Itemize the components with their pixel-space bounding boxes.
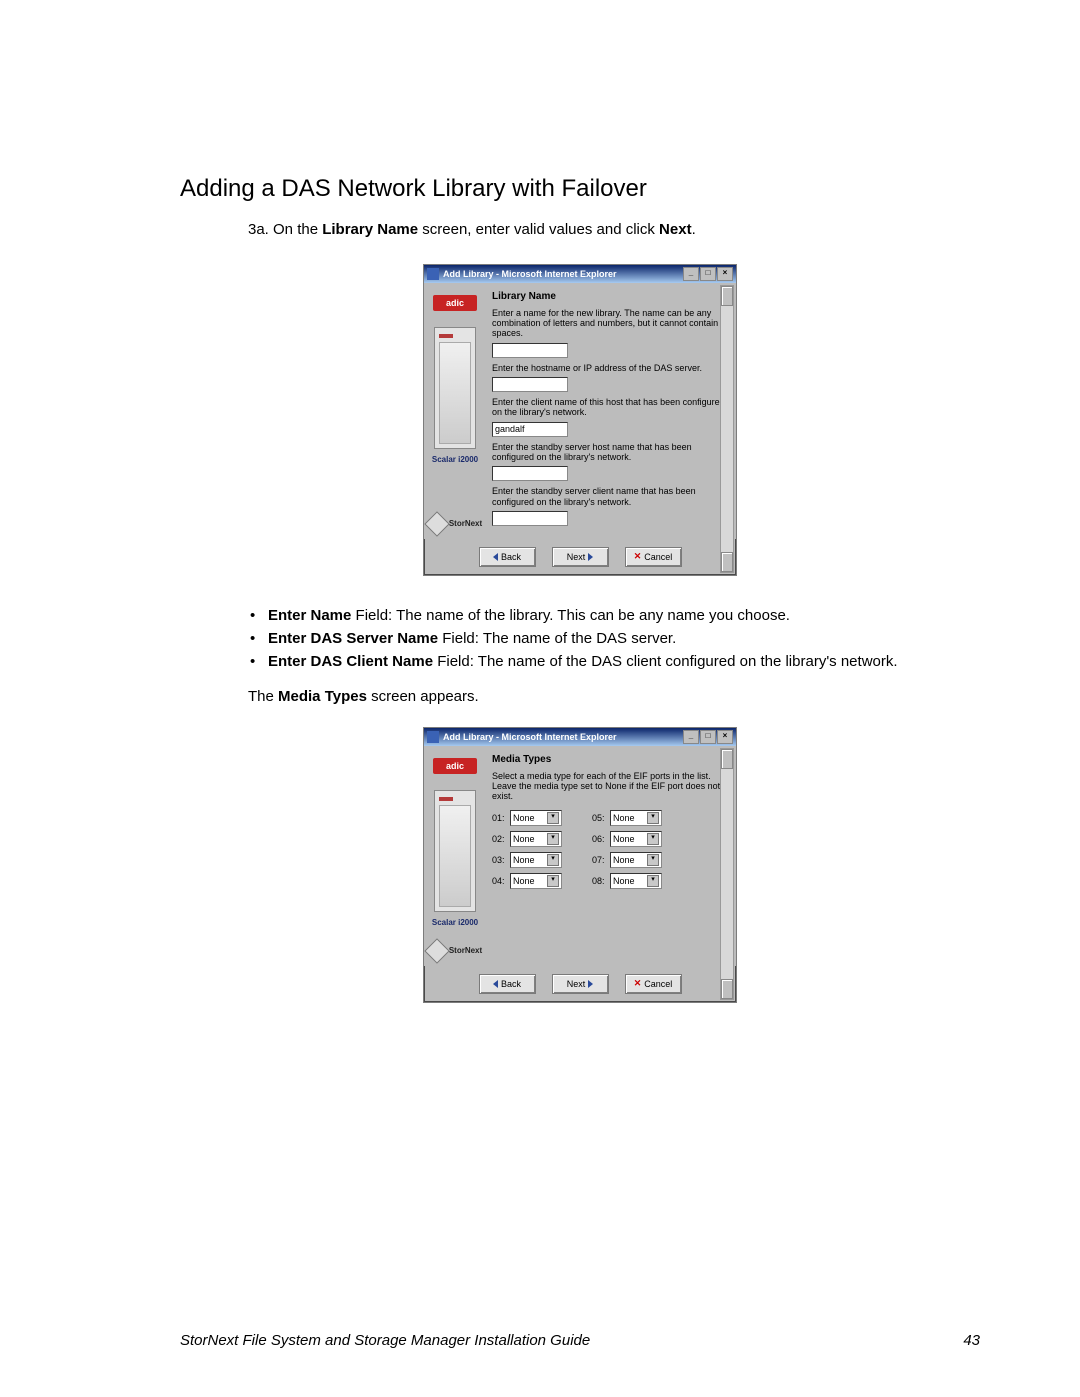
port-label: 06: bbox=[592, 834, 610, 844]
wizard-sidebar: adic Scalar i2000 StorNext bbox=[424, 746, 486, 966]
field-label: Enter the standby server host name that … bbox=[492, 442, 728, 463]
wizard-sidebar: adic Scalar i2000 StorNext bbox=[424, 283, 486, 539]
port-label: 07: bbox=[592, 855, 610, 865]
scroll-thumb[interactable] bbox=[721, 979, 733, 999]
maximize-button[interactable]: □ bbox=[700, 730, 716, 744]
next-button[interactable]: Next bbox=[552, 547, 609, 567]
port-03-select[interactable]: None▾ bbox=[510, 852, 562, 868]
chevron-down-icon: ▾ bbox=[647, 875, 659, 887]
close-button[interactable]: × bbox=[717, 730, 733, 744]
scroll-thumb[interactable] bbox=[721, 749, 733, 769]
minimize-button[interactable]: _ bbox=[683, 730, 699, 744]
adic-logo: adic bbox=[433, 758, 477, 774]
cancel-button[interactable]: ✕Cancel bbox=[625, 547, 682, 567]
chevron-down-icon: ▾ bbox=[647, 812, 659, 824]
form-title: Library Name bbox=[492, 291, 728, 302]
standby-client-input[interactable] bbox=[492, 511, 568, 526]
x-icon: ✕ bbox=[634, 978, 642, 989]
chevron-down-icon: ▾ bbox=[547, 812, 559, 824]
button-row: Back Next ✕Cancel bbox=[424, 966, 736, 1002]
page-number: 43 bbox=[963, 1332, 980, 1349]
chevron-down-icon: ▾ bbox=[647, 854, 659, 866]
form-instruction: Select a media type for each of the EIF … bbox=[492, 771, 728, 802]
scroll-thumb[interactable] bbox=[721, 286, 733, 306]
port-02-select[interactable]: None▾ bbox=[510, 831, 562, 847]
scrollbar[interactable] bbox=[720, 285, 734, 573]
library-image bbox=[434, 327, 476, 449]
field-label: Enter a name for the new library. The na… bbox=[492, 308, 728, 339]
stornext-logo: StorNext bbox=[428, 515, 482, 533]
standby-host-input[interactable] bbox=[492, 466, 568, 481]
close-button[interactable]: × bbox=[717, 267, 733, 281]
window-titlebar: Add Library - Microsoft Internet Explore… bbox=[424, 728, 736, 746]
transition-text: The Media Types screen appears. bbox=[248, 688, 980, 705]
page-heading: Adding a DAS Network Library with Failov… bbox=[180, 175, 980, 203]
library-name-dialog: Add Library - Microsoft Internet Explore… bbox=[423, 264, 737, 576]
adic-logo: adic bbox=[433, 295, 477, 311]
ie-icon bbox=[427, 731, 439, 743]
port-label: 08: bbox=[592, 876, 610, 886]
scroll-thumb[interactable] bbox=[721, 552, 733, 572]
next-button[interactable]: Next bbox=[552, 974, 609, 994]
step-instruction: 3a. On the Library Name screen, enter va… bbox=[248, 219, 980, 242]
media-types-dialog: Add Library - Microsoft Internet Explore… bbox=[423, 727, 737, 1003]
chevron-down-icon: ▾ bbox=[547, 833, 559, 845]
arrow-right-icon bbox=[588, 980, 593, 988]
field-label: Enter the hostname or IP address of the … bbox=[492, 363, 728, 373]
list-item: Enter Name Field: The name of the librar… bbox=[268, 604, 950, 627]
port-06-select[interactable]: None▾ bbox=[610, 831, 662, 847]
x-icon: ✕ bbox=[634, 551, 642, 562]
port-label: 02: bbox=[492, 834, 510, 844]
field-descriptions: Enter Name Field: The name of the librar… bbox=[234, 604, 980, 674]
das-client-input[interactable] bbox=[492, 422, 568, 437]
window-titlebar: Add Library - Microsoft Internet Explore… bbox=[424, 265, 736, 283]
stornext-logo: StorNext bbox=[428, 942, 482, 960]
button-row: Back Next ✕Cancel bbox=[424, 539, 736, 575]
device-label: Scalar i2000 bbox=[432, 918, 478, 927]
cancel-button[interactable]: ✕Cancel bbox=[625, 974, 682, 994]
device-label: Scalar i2000 bbox=[432, 455, 478, 464]
arrow-right-icon bbox=[588, 553, 593, 561]
arrow-left-icon bbox=[493, 553, 498, 561]
arrow-left-icon bbox=[493, 980, 498, 988]
back-button[interactable]: Back bbox=[479, 974, 536, 994]
port-label: 04: bbox=[492, 876, 510, 886]
form-title: Media Types bbox=[492, 754, 728, 765]
media-type-grid: 01: None▾ 05: None▾ 02: None▾ 06: None▾ … bbox=[492, 810, 728, 889]
port-07-select[interactable]: None▾ bbox=[610, 852, 662, 868]
port-label: 05: bbox=[592, 813, 610, 823]
scrollbar[interactable] bbox=[720, 748, 734, 1000]
back-button[interactable]: Back bbox=[479, 547, 536, 567]
minimize-button[interactable]: _ bbox=[683, 267, 699, 281]
chevron-down-icon: ▾ bbox=[547, 854, 559, 866]
list-item: Enter DAS Client Name Field: The name of… bbox=[268, 650, 950, 673]
footer-title: StorNext File System and Storage Manager… bbox=[180, 1332, 590, 1349]
port-label: 01: bbox=[492, 813, 510, 823]
maximize-button[interactable]: □ bbox=[700, 267, 716, 281]
port-05-select[interactable]: None▾ bbox=[610, 810, 662, 826]
library-image bbox=[434, 790, 476, 912]
port-01-select[interactable]: None▾ bbox=[510, 810, 562, 826]
library-name-input[interactable] bbox=[492, 343, 568, 358]
ie-icon bbox=[427, 268, 439, 280]
page-footer: StorNext File System and Storage Manager… bbox=[180, 1332, 980, 1349]
port-08-select[interactable]: None▾ bbox=[610, 873, 662, 889]
port-label: 03: bbox=[492, 855, 510, 865]
chevron-down-icon: ▾ bbox=[647, 833, 659, 845]
port-04-select[interactable]: None▾ bbox=[510, 873, 562, 889]
form-area: Media Types Select a media type for each… bbox=[486, 746, 736, 966]
field-label: Enter the client name of this host that … bbox=[492, 397, 728, 418]
chevron-down-icon: ▾ bbox=[547, 875, 559, 887]
form-area: Library Name Enter a name for the new li… bbox=[486, 283, 736, 539]
das-server-input[interactable] bbox=[492, 377, 568, 392]
field-label: Enter the standby server client name tha… bbox=[492, 486, 728, 507]
list-item: Enter DAS Server Name Field: The name of… bbox=[268, 627, 950, 650]
